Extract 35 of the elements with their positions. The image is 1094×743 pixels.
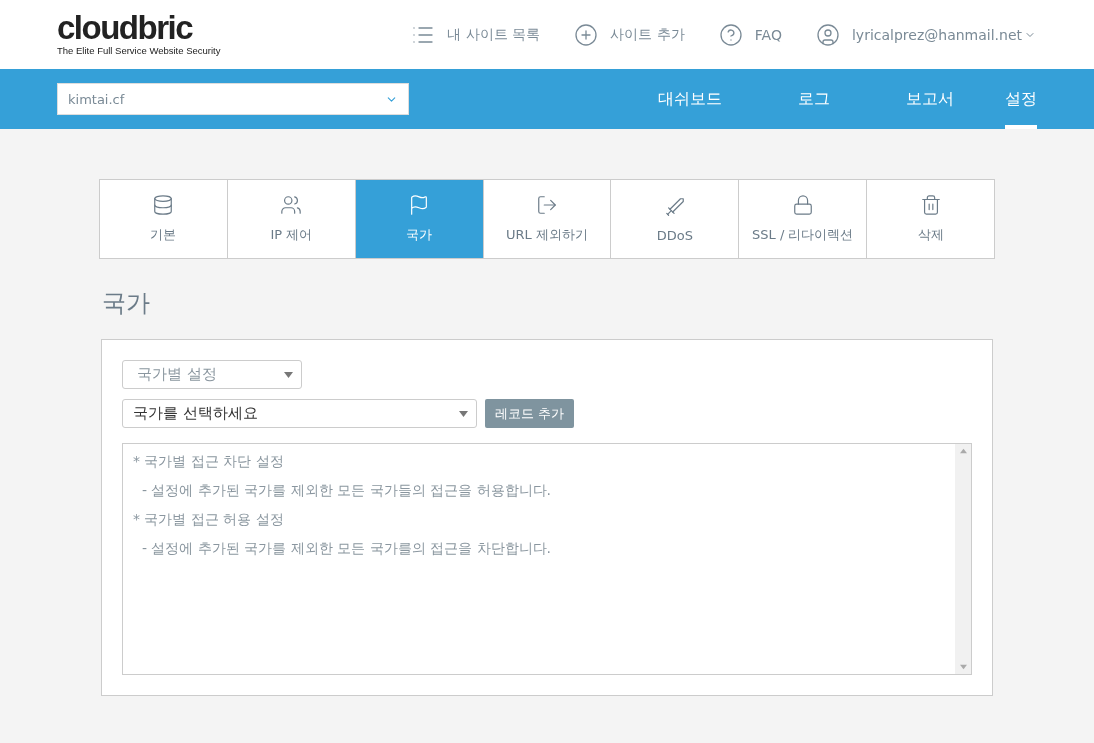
site-select[interactable]: kimtai.cf	[57, 83, 409, 115]
lock-icon	[791, 194, 814, 216]
users-icon	[280, 194, 303, 216]
user-icon	[815, 22, 840, 47]
country-select[interactable]: 국가를 선택하세요	[122, 399, 477, 428]
scrollbar[interactable]	[955, 444, 971, 674]
dropdown-arrow-icon	[459, 410, 468, 417]
note-line: * 국가별 접근 차단 설정	[133, 452, 285, 471]
trash-icon	[919, 194, 942, 216]
header-link[interactable]: 사이트 추가	[610, 25, 685, 44]
scroll-down-icon[interactable]	[959, 664, 967, 670]
header-link[interactable]: lyricalprez@hanmail.net	[851, 26, 1022, 43]
header-link[interactable]: FAQ	[754, 26, 782, 43]
nav-tab[interactable]: 설정	[1005, 69, 1037, 129]
nav-tab[interactable]: 대쉬보드	[633, 69, 747, 129]
settings-tab[interactable]: 국가	[354, 180, 483, 258]
exit-icon	[536, 194, 558, 216]
nav-tab[interactable]: 보고서	[881, 69, 979, 129]
nav-tab[interactable]: 로그	[773, 69, 855, 129]
help-icon	[718, 22, 743, 47]
note-line: - 설정에 추가된 국가를 제외한 모든 국가들의 접근을 허용합니다.	[140, 481, 552, 500]
note-line: * 국가별 접근 허용 설정	[133, 510, 285, 529]
logo-tagline: The Elite Full Service Website Security	[57, 45, 221, 56]
plus-icon	[574, 22, 599, 47]
logo: cloudbric	[57, 13, 194, 43]
note-line: - 설정에 추가된 국가를 제외한 모든 국가를의 접근을 차단합니다.	[140, 539, 552, 558]
header-link[interactable]: 내 사이트 목록	[447, 25, 541, 44]
page-heading: 국가	[102, 288, 151, 319]
sword-icon	[663, 195, 686, 218]
database-icon	[152, 194, 175, 216]
add-record-button[interactable]: 레코드 추가	[485, 399, 575, 428]
notes-textarea[interactable]: * 국가별 접근 차단 설정 - 설정에 추가된 국가를 제외한 모든 국가들의 접근을 허용합니다. * 국가별 접근 허용 설정 - 설정에 추가된 국가를 제외한 모든 국가를의 접근을 차단합니다.	[122, 443, 972, 675]
dropdown-arrow-icon	[284, 371, 293, 378]
mode-select[interactable]: 국가별 설정	[122, 360, 302, 389]
scroll-up-icon[interactable]	[959, 448, 967, 454]
